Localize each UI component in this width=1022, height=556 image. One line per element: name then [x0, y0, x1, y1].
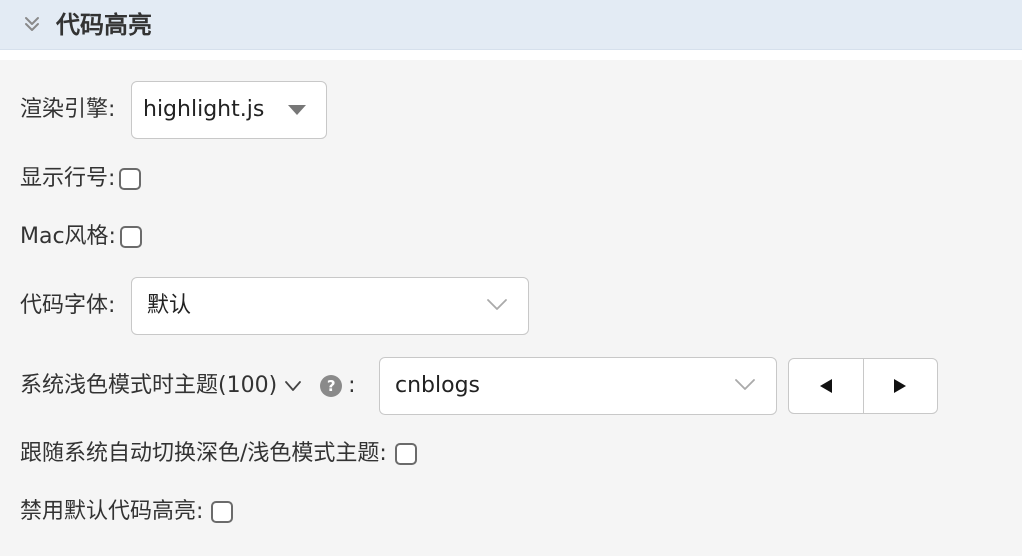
triangle-down-icon — [288, 105, 306, 115]
light-theme-colon: : — [348, 373, 356, 398]
mac-style-checkbox[interactable] — [119, 226, 142, 248]
line-numbers-checkbox[interactable] — [119, 168, 142, 190]
chevron-down-icon — [487, 299, 507, 310]
mac-style-row: Mac风格: — [20, 217, 142, 257]
section-header[interactable]: 代码高亮 — [0, 0, 1022, 50]
light-theme-value: cnblogs — [395, 373, 481, 398]
light-theme-label: 系统浅色模式时主题(100) — [20, 373, 278, 398]
mac-style-label: Mac风格: — [20, 224, 116, 249]
theme-nav-group — [788, 358, 938, 414]
question-circle-icon[interactable]: ? — [320, 375, 343, 397]
disable-default-label: 禁用默认代码高亮: — [20, 499, 204, 524]
follow-system-row: 跟随系统自动切换深色/浅色模式主题: — [20, 434, 417, 474]
follow-system-checkbox[interactable] — [394, 443, 417, 465]
chevron-down-icon — [735, 379, 755, 390]
light-theme-row: 系统浅色模式时主题(100) ? : — [20, 366, 356, 406]
triangle-left-icon — [819, 379, 832, 393]
section-title: 代码高亮 — [56, 11, 152, 39]
disable-default-checkbox[interactable] — [211, 501, 234, 523]
chevron-down-icon[interactable] — [284, 380, 302, 392]
render-engine-value: highlight.js — [143, 97, 265, 122]
code-font-row: 代码字体: — [20, 286, 115, 326]
line-numbers-label: 显示行号: — [20, 166, 116, 191]
line-numbers-row: 显示行号: — [20, 159, 142, 199]
render-engine-select[interactable]: highlight.js — [131, 81, 327, 139]
next-theme-button[interactable] — [862, 359, 938, 413]
double-chevron-down-icon[interactable] — [22, 14, 42, 34]
light-theme-select[interactable]: cnblogs — [379, 357, 777, 415]
render-engine-row: 渲染引擎: — [20, 90, 115, 130]
code-font-label: 代码字体: — [20, 293, 116, 318]
header-divider — [0, 50, 1022, 60]
previous-theme-button[interactable] — [789, 359, 863, 413]
follow-system-label: 跟随系统自动切换深色/浅色模式主题: — [20, 441, 387, 466]
triangle-right-icon — [894, 379, 907, 393]
settings-page: 代码高亮 渲染引擎: highlight.js 显示行号: Mac风格: 代码字… — [0, 0, 1022, 556]
render-engine-label: 渲染引擎: — [20, 97, 116, 122]
code-font-value: 默认 — [147, 293, 192, 318]
code-font-select[interactable]: 默认 — [131, 277, 529, 335]
disable-default-row: 禁用默认代码高亮: — [20, 492, 234, 532]
